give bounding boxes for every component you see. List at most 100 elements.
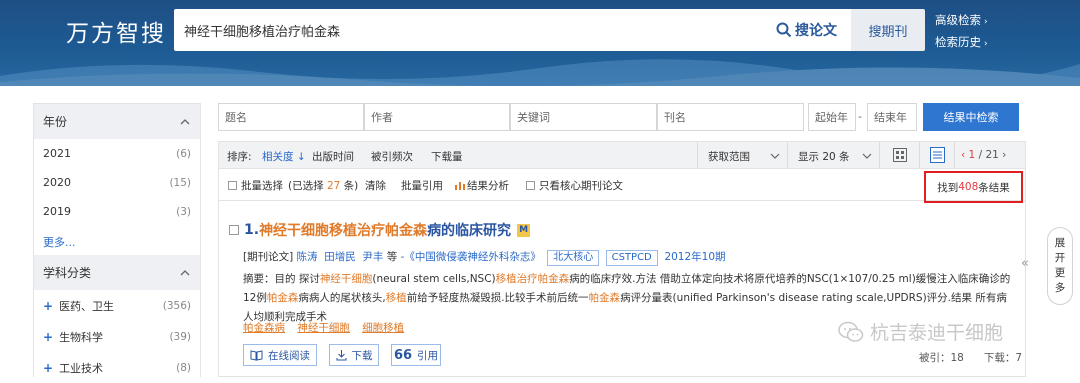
end-year-input[interactable] [868,104,916,130]
facet-year-item[interactable]: 2019 (3) [34,197,200,226]
download-label: 下载 [351,349,373,362]
start-year-input[interactable] [809,104,855,130]
search-input[interactable] [184,9,744,51]
start-year-field[interactable] [808,103,856,131]
facet-subject-item[interactable]: + 工业技术 (8) [34,352,200,383]
core-only-toggle[interactable]: 只看核心期刊论文 [526,178,623,193]
author-link[interactable]: 田增民 [324,251,356,263]
next-page-icon[interactable]: › [1002,149,1006,161]
bar-chart-icon [455,182,465,190]
keyword-link[interactable]: 神经干细胞 [297,322,350,334]
result-checkbox[interactable] [229,225,239,235]
facet-count: (3) [176,205,191,218]
abstract-text: 病病人的尾状核头, [298,292,386,304]
downloads-label: 下载： [983,352,1016,364]
facet-year-header[interactable]: 年份 [34,104,200,139]
result-number: 1. [244,222,260,238]
core-only-checkbox[interactable] [526,181,535,190]
expand-plus-icon[interactable]: + [43,330,53,344]
journal-filter-input[interactable] [658,104,803,130]
sort-label: 排序: [227,151,252,163]
facet-year-item[interactable]: 2020 (15) [34,168,200,197]
per-page-label: 显示 20 条 [798,151,850,163]
keyword-filter-field[interactable] [510,103,657,131]
keyword-link[interactable]: 细胞移植 [362,322,404,334]
result-stats: 被引：18 下载：7 [919,350,1022,365]
facet-year-more-link[interactable]: 更多... [34,226,200,255]
cite-button[interactable]: 66 引用 [391,344,441,366]
advanced-search-link[interactable]: 高级检索 › [935,12,988,28]
quote-icon: 66 [393,347,413,363]
author-filter-input[interactable] [365,104,509,130]
grid-view-icon[interactable] [893,148,907,162]
author-link[interactable]: 陈涛 [297,251,318,263]
clear-button[interactable]: 清除 [365,178,386,193]
sort-relevance[interactable]: 相关度 ↓ [262,149,306,164]
download-button[interactable]: 下载 [329,344,379,366]
search-paper-button[interactable]: 搜论文 [776,20,837,40]
chevron-right-icon: › [984,39,988,49]
selected-note: (已选择 27 条) [288,178,358,193]
author-filter-field[interactable] [364,103,510,131]
expand-char: 展 [1054,237,1066,249]
title-filter-field[interactable] [218,103,364,131]
sort-bar: 排序: 相关度 ↓ 出版时间 被引频次 下载量 获取范围 显示 20 条 ‹ 1… [218,141,1026,169]
journal-filter-field[interactable] [657,103,804,131]
list-view-icon[interactable] [930,147,945,163]
search-in-results-button[interactable]: 结果中检索 [923,103,1019,131]
double-chevron-left-icon[interactable]: « [1021,256,1029,271]
search-history-link[interactable]: 检索历史 › [935,34,988,50]
sort-cited[interactable]: 被引频次 [371,149,413,164]
facet-sidebar: 年份 2021 (6) 2020 (15) 2019 (3) 更多... 学科分类 +… [33,103,201,377]
batch-select-checkbox[interactable] [228,181,237,190]
facet-subject-item[interactable]: + 生物科学 (39) [34,321,200,352]
batch-select[interactable]: 批量选择 [228,178,283,193]
expand-char: 开 [1054,252,1066,264]
journal-link[interactable]: -《中国微侵袭神经外科杂志》 [401,251,541,263]
facet-label: 2020 [43,176,71,189]
result-title[interactable]: 1. 神经干细胞移植治疗帕金森 病的临床研究 M [229,220,531,240]
facet-count: (6) [176,147,191,160]
abstract-highlight: 神经干细胞 [319,273,373,285]
scope-label: 获取范围 [708,151,750,163]
title-filter-input[interactable] [219,104,363,130]
end-year-field[interactable] [867,103,917,131]
sort-pub-time[interactable]: 出版时间 [312,149,354,164]
read-online-button[interactable]: 在线阅读 [243,344,317,366]
facet-subject-item[interactable]: + 医药、卫生 (356) [34,290,200,321]
search-journal-button[interactable]: 搜期刊 [851,9,925,51]
facet-year-item[interactable]: 2021 (6) [34,139,200,168]
pager: ‹ 1 / 21 › [961,149,1006,161]
author-link[interactable]: 尹丰 [362,251,383,263]
cited-label: 被引： [919,352,951,364]
expand-char: 更 [1054,267,1066,279]
arrow-down-icon: ↓ [293,151,306,163]
batch-cite-button[interactable]: 批量引用 [401,178,443,193]
facet-subject-header[interactable]: 学科分类 [34,255,200,290]
chevron-up-icon [180,118,190,124]
per-page-dropdown[interactable]: 显示 20 条 [798,149,850,164]
scope-dropdown[interactable]: 获取范围 [708,149,750,164]
expand-plus-icon[interactable]: + [43,361,53,375]
chevron-down-icon [862,153,872,159]
year-range-dash: - [858,110,862,123]
result-count-box: 找到 408 条结果 [924,171,1023,203]
result-analysis-button[interactable]: 结果分析 [455,178,509,193]
facet-year-title: 年份 [43,115,68,129]
facet-count: (356) [162,299,191,312]
site-logo[interactable]: 万方智搜 [66,14,166,48]
prev-page-icon[interactable]: ‹ [961,149,965,161]
result-analysis-label: 结果分析 [467,180,509,192]
watermark-text: 杭吉泰迪干细胞 [870,322,1004,344]
expand-more-tab[interactable]: 展 开 更 多 [1047,227,1073,305]
result-type: [期刊论文] [243,251,294,263]
facet-subject-title: 学科分类 [43,266,92,280]
expand-plus-icon[interactable]: + [43,299,53,313]
sort-downloads[interactable]: 下载量 [431,149,463,164]
keyword-link[interactable]: 帕金森病 [243,322,285,334]
found-prefix: 找到 [937,181,959,194]
issue-link[interactable]: 2012年10期 [664,251,725,263]
keyword-filter-input[interactable] [511,104,656,130]
book-icon [250,349,263,361]
facet-count: (39) [169,330,191,343]
